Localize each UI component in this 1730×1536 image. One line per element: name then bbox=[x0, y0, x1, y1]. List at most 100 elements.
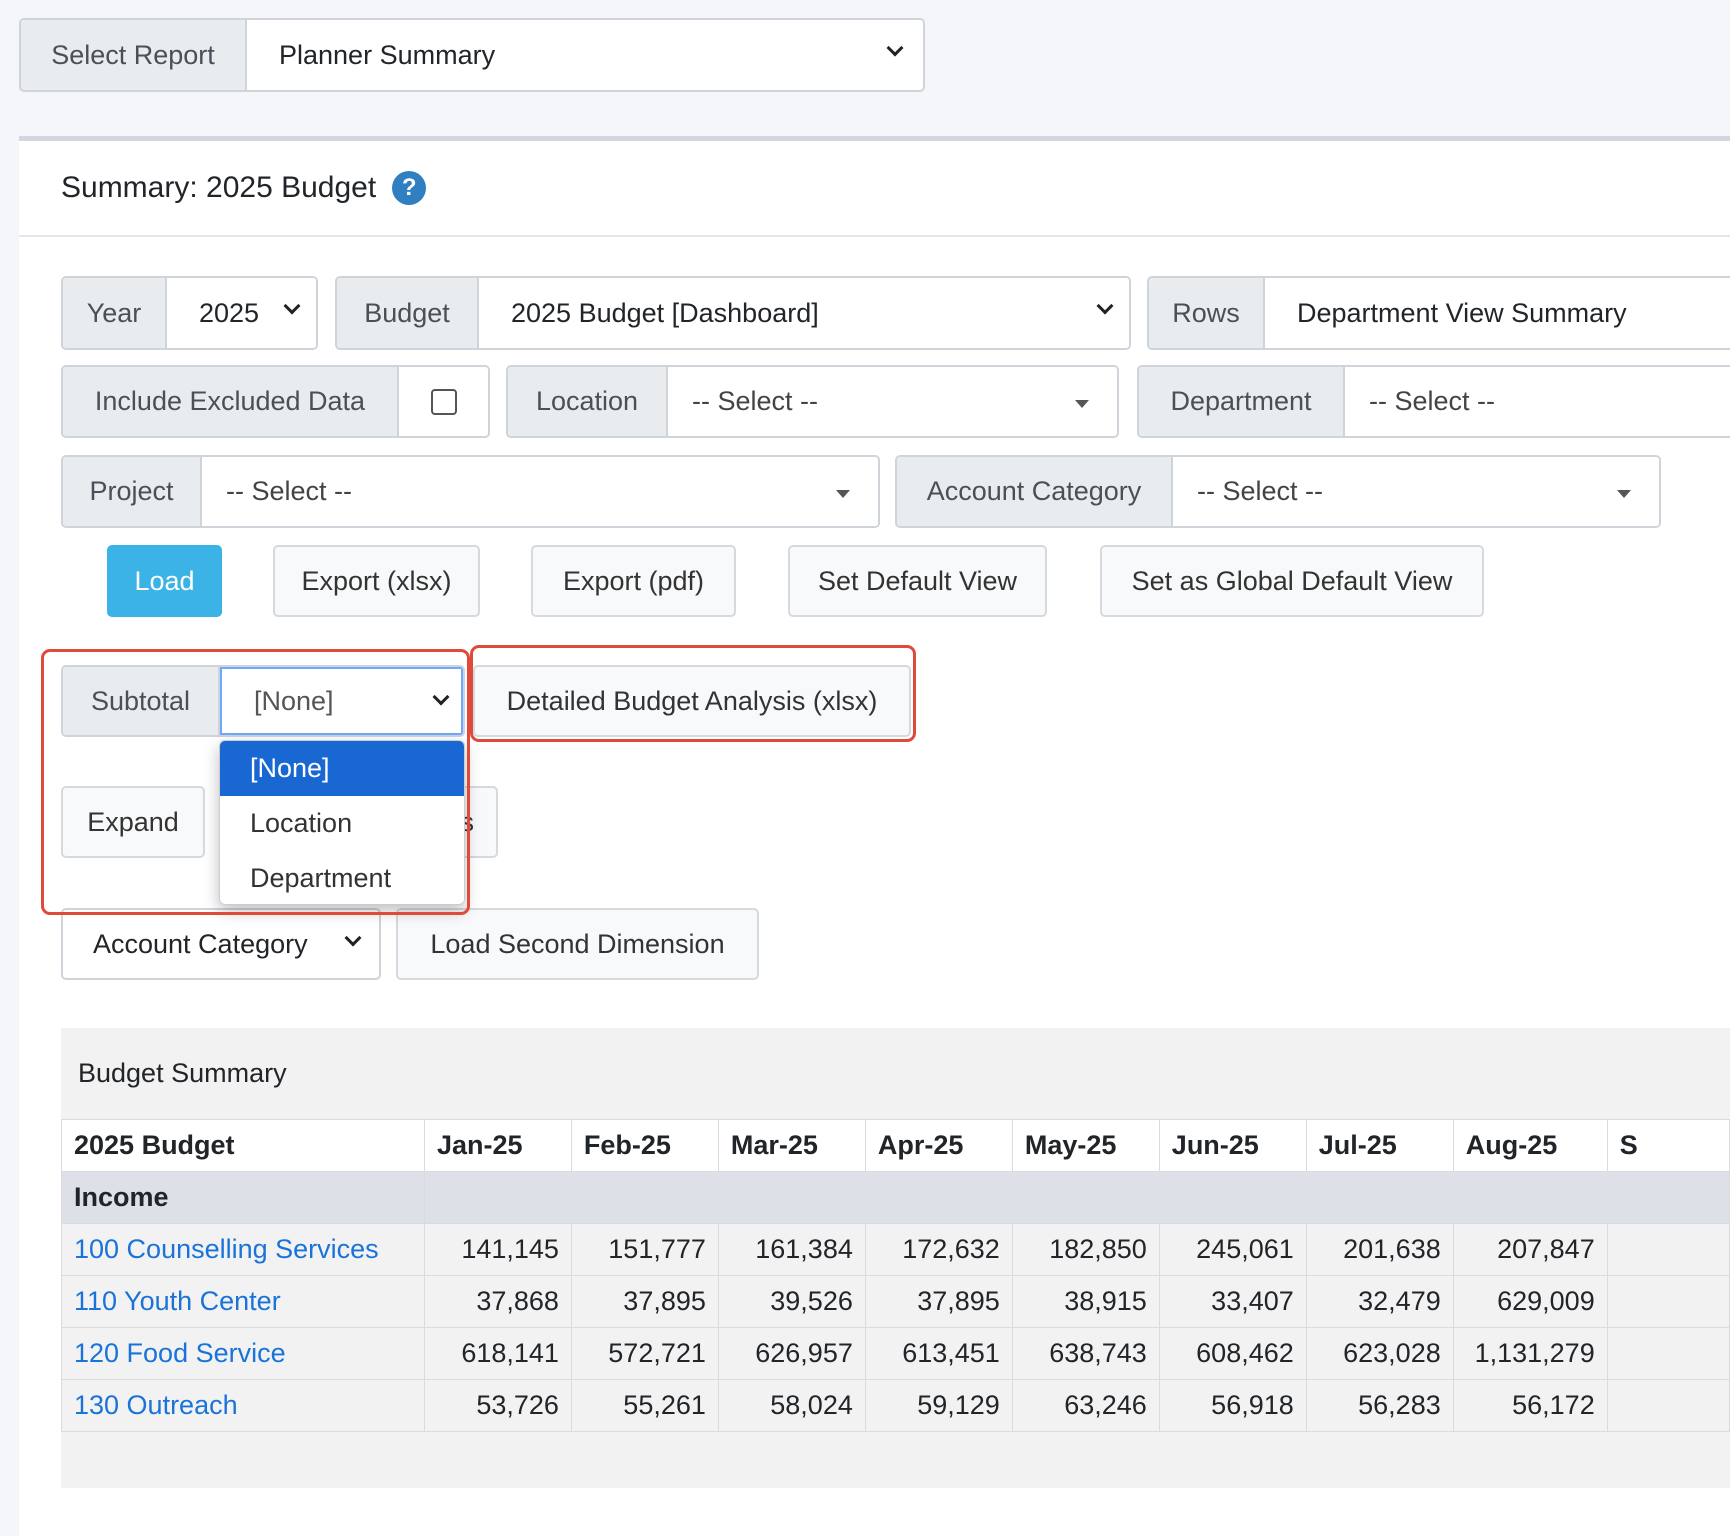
budget-value: 2025 Budget [Dashboard] bbox=[511, 297, 819, 328]
table-cell: 37,895 bbox=[570, 1275, 719, 1328]
chevron-down-icon bbox=[1096, 297, 1114, 315]
column-header: May-25 bbox=[1011, 1119, 1160, 1172]
report-select-value: Planner Summary bbox=[279, 39, 496, 70]
chevron-down-icon bbox=[886, 39, 904, 57]
table-cell: 37,868 bbox=[423, 1275, 572, 1328]
location-value: -- Select -- bbox=[692, 386, 819, 416]
table-cell: 63,246 bbox=[1011, 1379, 1160, 1432]
location-select[interactable]: -- Select -- bbox=[668, 367, 1117, 436]
project-label: Project bbox=[63, 457, 202, 526]
table-cell: 55,261 bbox=[570, 1379, 719, 1432]
table-cell: 59,129 bbox=[864, 1379, 1013, 1432]
table-cell: 56,172 bbox=[1452, 1379, 1608, 1432]
export-xlsx-button[interactable]: Export (xlsx) bbox=[273, 545, 480, 617]
highlight-detailed-analysis bbox=[470, 645, 916, 742]
department-select[interactable]: -- Select -- bbox=[1345, 367, 1730, 436]
table-cell: 53,726 bbox=[423, 1379, 572, 1432]
project-group: Project -- Select -- bbox=[61, 455, 880, 528]
budget-table: 2025 Budget Jan-25 Feb-25 Mar-25 Apr-25 … bbox=[61, 1119, 1730, 1432]
account-category-value: -- Select -- bbox=[1197, 476, 1324, 506]
table-cell: 638,743 bbox=[1011, 1327, 1160, 1380]
table-cell: 572,721 bbox=[570, 1327, 719, 1380]
rows-label: Rows bbox=[1149, 278, 1265, 348]
group-row-income: Income bbox=[61, 1171, 1730, 1224]
table-cell: 141,145 bbox=[423, 1223, 572, 1276]
project-select[interactable]: -- Select -- bbox=[202, 457, 878, 526]
table-cell: 207,847 bbox=[1452, 1223, 1608, 1276]
year-value: 2025 bbox=[199, 297, 260, 328]
set-default-view-button[interactable]: Set Default View bbox=[788, 545, 1047, 617]
column-header: 2025 Budget bbox=[61, 1119, 425, 1172]
department-group: Department -- Select -- bbox=[1137, 365, 1730, 438]
column-header: Aug-25 bbox=[1452, 1119, 1608, 1172]
row-link[interactable]: 100 Counselling Services bbox=[74, 1234, 379, 1264]
table-cell: 1,131,279 bbox=[1452, 1327, 1608, 1380]
budget-summary-title: Budget Summary bbox=[78, 1058, 287, 1088]
set-global-default-view-button[interactable]: Set as Global Default View bbox=[1100, 545, 1484, 617]
table-cell: 56,283 bbox=[1305, 1379, 1454, 1432]
column-header: Jul-25 bbox=[1305, 1119, 1454, 1172]
caret-down-icon bbox=[1617, 490, 1631, 498]
include-excluded-checkbox[interactable] bbox=[430, 388, 457, 415]
table-cell: 33,407 bbox=[1158, 1275, 1307, 1328]
table-cell: 613,451 bbox=[864, 1327, 1013, 1380]
column-header: Feb-25 bbox=[570, 1119, 719, 1172]
caret-down-icon bbox=[836, 490, 850, 498]
row-link[interactable]: 120 Food Service bbox=[74, 1338, 286, 1368]
table-cell: 161,384 bbox=[717, 1223, 866, 1276]
second-dimension-value: Account Category bbox=[93, 928, 308, 959]
table-cell: 626,957 bbox=[717, 1327, 866, 1380]
row-link[interactable]: 130 Outreach bbox=[74, 1390, 238, 1420]
table-row: 120 Food Service 618,141 572,721 626,957… bbox=[61, 1327, 1730, 1380]
second-dimension-select[interactable]: Account Category bbox=[61, 908, 381, 980]
project-value: -- Select -- bbox=[226, 476, 353, 506]
chevron-down-icon bbox=[344, 929, 362, 947]
table-cell: 201,638 bbox=[1305, 1223, 1454, 1276]
table-cell: 182,850 bbox=[1011, 1223, 1160, 1276]
report-select-label: Select Report bbox=[21, 20, 247, 90]
table-cell: 58,024 bbox=[717, 1379, 866, 1432]
table-cell: 172,632 bbox=[864, 1223, 1013, 1276]
table-cell: 245,061 bbox=[1158, 1223, 1307, 1276]
location-label: Location bbox=[508, 367, 668, 436]
table-cell: 151,777 bbox=[570, 1223, 719, 1276]
report-select[interactable]: Planner Summary bbox=[247, 20, 923, 90]
column-header: Apr-25 bbox=[864, 1119, 1013, 1172]
year-label: Year bbox=[63, 278, 167, 348]
group-label: Income bbox=[61, 1171, 425, 1224]
include-excluded-label: Include Excluded Data bbox=[63, 367, 399, 436]
caret-down-icon bbox=[1075, 400, 1089, 408]
budget-label: Budget bbox=[337, 278, 479, 348]
column-header: Jun-25 bbox=[1158, 1119, 1307, 1172]
load-second-dimension-button[interactable]: Load Second Dimension bbox=[396, 908, 759, 980]
table-cell: 618,141 bbox=[423, 1327, 572, 1380]
account-category-group: Account Category -- Select -- bbox=[895, 455, 1661, 528]
card-header: Summary: 2025 Budget ? bbox=[19, 141, 1730, 237]
table-cell: 37,895 bbox=[864, 1275, 1013, 1328]
chevron-down-icon bbox=[283, 297, 301, 315]
row-link[interactable]: 110 Youth Center bbox=[74, 1286, 281, 1316]
table-cell: 623,028 bbox=[1305, 1327, 1454, 1380]
load-button[interactable]: Load bbox=[107, 545, 222, 617]
account-category-label: Account Category bbox=[897, 457, 1173, 526]
department-label: Department bbox=[1139, 367, 1345, 436]
rows-group: Rows Department View Summary bbox=[1147, 276, 1730, 350]
rows-value: Department View Summary bbox=[1297, 297, 1627, 328]
account-category-select[interactable]: -- Select -- bbox=[1173, 457, 1659, 526]
help-circle-icon[interactable]: ? bbox=[392, 171, 427, 205]
table-row: 110 Youth Center 37,868 37,895 39,526 37… bbox=[61, 1275, 1730, 1328]
year-group: Year 2025 bbox=[61, 276, 318, 350]
export-pdf-button[interactable]: Export (pdf) bbox=[531, 545, 736, 617]
year-select[interactable]: 2025 bbox=[167, 278, 316, 348]
rows-select[interactable]: Department View Summary bbox=[1265, 278, 1730, 348]
table-cell: 32,479 bbox=[1305, 1275, 1454, 1328]
include-excluded-cell bbox=[399, 367, 488, 436]
highlight-subtotal-region bbox=[41, 649, 470, 915]
include-excluded-group: Include Excluded Data bbox=[61, 365, 490, 438]
location-group: Location -- Select -- bbox=[506, 365, 1119, 438]
column-header: S bbox=[1606, 1119, 1730, 1172]
table-row: 130 Outreach 53,726 55,261 58,024 59,129… bbox=[61, 1379, 1730, 1432]
budget-select[interactable]: 2025 Budget [Dashboard] bbox=[479, 278, 1129, 348]
table-row: 100 Counselling Services 141,145 151,777… bbox=[61, 1223, 1730, 1276]
table-cell: 56,918 bbox=[1158, 1379, 1307, 1432]
